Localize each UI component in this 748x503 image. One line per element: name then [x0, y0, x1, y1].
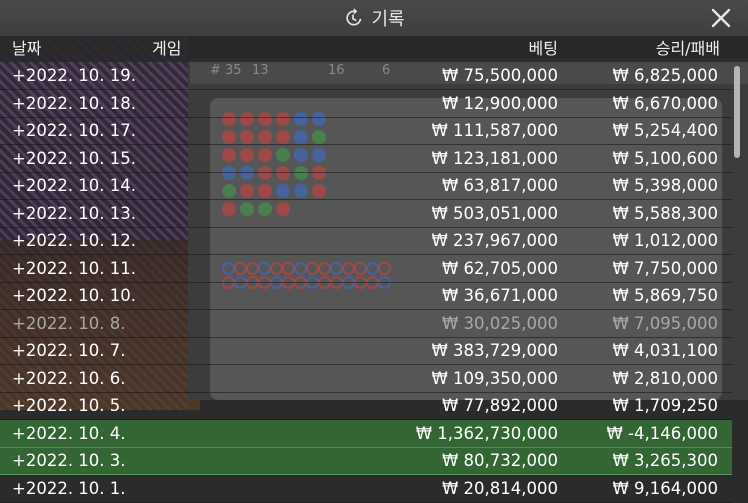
record-bet: ₩ 30,025,000 [441, 313, 558, 333]
record-result: ₩ 1,709,250 [612, 396, 718, 415]
record-bet: ₩ 62,705,000 [441, 258, 558, 278]
record-result: ₩ -4,146,000 [606, 423, 719, 443]
record-bet: ₩ 123,181,000 [431, 148, 558, 168]
record-result: ₩ 5,588,300 [612, 203, 718, 223]
window-title-text: 기록 [371, 9, 405, 30]
record-bet: ₩ 109,350,000 [431, 368, 558, 388]
table-row[interactable]: +2022. 10. 8. ₩ 30,025,000 ₩ 7,095,000 [0, 310, 732, 338]
record-bet: ₩ 77,892,000 [441, 396, 558, 415]
table-row[interactable]: +2022. 10. 14. ₩ 63,817,000 ₩ 5,398,000 [0, 172, 732, 200]
record-date: +2022. 10. 5. [12, 396, 126, 415]
record-bet: ₩ 383,729,000 [431, 341, 558, 360]
scrollbar[interactable] [732, 62, 742, 502]
record-result: ₩ 1,012,000 [612, 231, 718, 250]
record-bet: ₩ 237,967,000 [431, 231, 558, 250]
record-bet: ₩ 12,900,000 [441, 93, 558, 113]
history-icon [346, 8, 362, 26]
record-date: +2022. 10. 18. [12, 93, 137, 113]
table-header: 날짜 게임 베팅 승리/패배 [0, 36, 748, 62]
record-date: +2022. 10. 11. [12, 258, 137, 278]
record-result: ₩ 5,398,000 [612, 176, 718, 195]
record-bet: ₩ 63,817,000 [441, 176, 558, 195]
table-row[interactable]: +2022. 10. 19. ₩ 75,500,000 ₩ 6,825,000 [0, 62, 732, 90]
table-row[interactable]: +2022. 10. 18. ₩ 12,900,000 ₩ 6,670,000 [0, 90, 732, 118]
record-date: +2022. 10. 3. [12, 451, 126, 470]
record-date: +2022. 10. 14. [12, 176, 137, 195]
record-date: +2022. 10. 15. [12, 148, 137, 168]
record-bet: ₩ 1,362,730,000 [415, 423, 558, 443]
record-result: ₩ 6,670,000 [612, 93, 718, 113]
close-icon [711, 8, 731, 28]
column-header-bet[interactable]: 베팅 [529, 36, 558, 62]
record-date: +2022. 10. 6. [12, 368, 126, 388]
record-date: +2022. 10. 4. [12, 423, 126, 443]
record-bet: ₩ 75,500,000 [441, 66, 558, 85]
table-row[interactable]: +2022. 10. 12. ₩ 237,967,000 ₩ 1,012,000 [0, 227, 732, 255]
table-row[interactable]: +2022. 10. 1. ₩ 20,814,000 ₩ 9,164,000 [0, 475, 732, 503]
record-bet: ₩ 111,587,000 [431, 121, 558, 140]
record-bet: ₩ 503,051,000 [431, 203, 558, 223]
window-title: 기록 [0, 0, 748, 36]
record-date: +2022. 10. 13. [12, 203, 137, 223]
table-row[interactable]: +2022. 10. 10. ₩ 36,671,000 ₩ 5,869,750 [0, 282, 732, 310]
record-date: +2022. 10. 1. [12, 478, 126, 498]
table-row[interactable]: +2022. 10. 11. ₩ 62,705,000 ₩ 7,750,000 [0, 255, 732, 283]
record-result: ₩ 9,164,000 [612, 478, 718, 498]
table-row[interactable]: +2022. 10. 15. ₩ 123,181,000 ₩ 5,100,600 [0, 145, 732, 173]
table-row[interactable]: +2022. 10. 7. ₩ 383,729,000 ₩ 4,031,100 [0, 337, 732, 365]
record-date: +2022. 10. 10. [12, 286, 137, 305]
scrollbar-thumb[interactable] [734, 66, 740, 158]
record-result: ₩ 5,869,750 [612, 286, 718, 305]
record-bet: ₩ 36,671,000 [441, 286, 558, 305]
record-result: ₩ 5,254,400 [612, 121, 718, 140]
column-header-date[interactable]: 날짜 [12, 36, 41, 62]
column-header-game[interactable]: 게임 [152, 36, 181, 62]
record-date: +2022. 10. 12. [12, 231, 137, 250]
column-header-result[interactable]: 승리/패배 [656, 36, 720, 62]
table-row[interactable]: +2022. 10. 4. ₩ 1,362,730,000 ₩ -4,146,000 [0, 419, 732, 448]
table-row[interactable]: +2022. 10. 3. ₩ 80,732,000 ₩ 3,265,300 [0, 447, 732, 475]
record-date: +2022. 10. 19. [12, 66, 137, 85]
record-result: ₩ 6,825,000 [612, 66, 718, 85]
record-result: ₩ 4,031,100 [612, 341, 718, 360]
table-row[interactable]: +2022. 10. 6. ₩ 109,350,000 ₩ 2,810,000 [0, 365, 732, 393]
table-row[interactable]: +2022. 10. 5. ₩ 77,892,000 ₩ 1,709,250 [0, 392, 732, 420]
record-result: ₩ 7,750,000 [612, 258, 718, 278]
record-result: ₩ 5,100,600 [612, 148, 718, 168]
record-date: +2022. 10. 17. [12, 121, 137, 140]
record-bet: ₩ 80,732,000 [441, 451, 558, 470]
record-date: +2022. 10. 8. [12, 313, 126, 333]
record-result: ₩ 7,095,000 [612, 313, 718, 333]
close-button[interactable] [710, 7, 732, 29]
record-date: +2022. 10. 7. [12, 341, 126, 360]
table-row[interactable]: +2022. 10. 13. ₩ 503,051,000 ₩ 5,588,300 [0, 200, 732, 228]
record-result: ₩ 3,265,300 [612, 451, 718, 470]
record-result: ₩ 2,810,000 [612, 368, 718, 388]
table-row[interactable]: +2022. 10. 17. ₩ 111,587,000 ₩ 5,254,400 [0, 117, 732, 145]
record-bet: ₩ 20,814,000 [441, 478, 558, 498]
